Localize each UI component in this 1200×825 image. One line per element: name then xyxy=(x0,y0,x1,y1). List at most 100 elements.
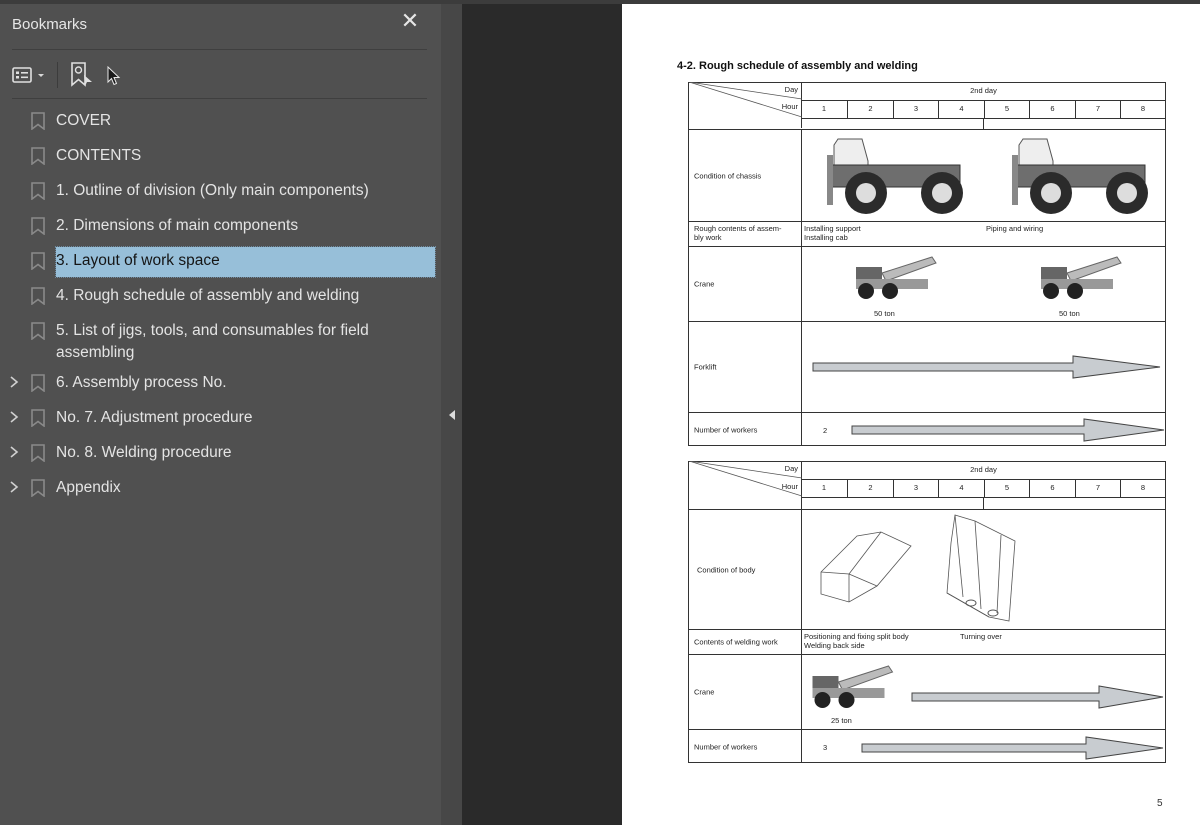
contents-left: Positioning and fixing split body Weldin… xyxy=(804,632,909,650)
bookmark-item[interactable]: 4. Rough schedule of assembly and weldin… xyxy=(0,279,441,314)
row-label-cell: Condition of body xyxy=(689,510,802,629)
hour-cell: 5 xyxy=(984,101,1029,118)
find-current-bookmark-button[interactable] xyxy=(70,61,94,89)
hour-cell: 7 xyxy=(1075,480,1120,497)
bookmark-list: COVER CONTENTS 1. Outline of division (O… xyxy=(0,104,441,506)
row-label: Contents of welding work xyxy=(694,637,778,647)
chevron-right-icon[interactable] xyxy=(8,480,20,494)
body-turned-over-image xyxy=(946,514,1016,622)
toolbar-separator xyxy=(57,62,58,88)
hour-cell: 8 xyxy=(1120,101,1165,118)
divider xyxy=(12,49,427,50)
bookmark-label: 1. Outline of division (Only main compon… xyxy=(56,182,369,199)
half-split-row xyxy=(802,118,1165,129)
close-icon: ✕ xyxy=(400,9,420,34)
bookmark-item[interactable]: No. 8. Welding procedure xyxy=(0,436,441,471)
crane-truck-image xyxy=(1041,256,1122,299)
row-label-cell: Contents of welding work xyxy=(689,630,802,654)
hour-cell: 8 xyxy=(1120,480,1165,497)
chevron-right-icon[interactable] xyxy=(8,375,20,389)
duration-arrow xyxy=(812,355,1161,379)
hour-row: 1 2 3 4 5 6 7 8 xyxy=(802,100,1165,118)
bookmark-item[interactable]: 1. Outline of division (Only main compon… xyxy=(0,174,441,209)
bookmark-label: 6. Assembly process No. xyxy=(56,374,227,391)
bookmark-icon xyxy=(31,112,45,130)
bookmark-icon xyxy=(31,182,45,200)
chevron-right-icon[interactable] xyxy=(8,410,20,424)
bookmark-label: No. 8. Welding procedure xyxy=(56,444,232,461)
schedule-table-body: Day Hour 2nd day 1 2 3 4 5 6 7 8 Conditi… xyxy=(688,461,1166,763)
bookmark-icon xyxy=(31,147,45,165)
bookmark-label: No. 7. Adjustment procedure xyxy=(56,409,253,426)
row-label-cell: Rough contents of assem- bly work xyxy=(689,222,802,246)
bookmark-item[interactable]: 6. Assembly process No. xyxy=(0,366,441,401)
row-label: Crane xyxy=(694,279,715,289)
row-label-cell: Number of workers xyxy=(689,413,802,446)
crane-capacity: 50 ton xyxy=(1059,309,1080,318)
hour-cell: 7 xyxy=(1075,101,1120,118)
crane-capacity: 50 ton xyxy=(874,309,895,318)
mouse-pointer-icon xyxy=(107,66,121,86)
workers-row: Number of workers 2 xyxy=(689,412,1165,446)
hour-cell: 6 xyxy=(1029,101,1075,118)
collapse-panel-arrow-icon[interactable] xyxy=(449,410,455,420)
chevron-right-icon[interactable] xyxy=(8,445,20,459)
bookmark-toolbar xyxy=(12,60,94,90)
bookmarks-panel: Bookmarks ✕ COVER CONTENTS 1. Outline of… xyxy=(0,4,441,825)
bookmark-item[interactable]: 5. List of jigs, tools, and consumables … xyxy=(0,314,441,366)
options-menu-button[interactable] xyxy=(12,66,46,84)
row-label-cell: Number of workers xyxy=(689,730,802,763)
bookmark-label: 3. Layout of work space xyxy=(55,246,436,278)
bookmark-item[interactable]: No. 7. Adjustment procedure xyxy=(0,401,441,436)
contents-right: Turning over xyxy=(960,632,1002,641)
bookmark-icon xyxy=(31,217,45,235)
row-label-cell: Forklift xyxy=(689,322,802,412)
row-label: Number of workers xyxy=(694,742,758,751)
workers-row: Number of workers 3 xyxy=(689,729,1165,763)
bookmark-label: 4. Rough schedule of assembly and weldin… xyxy=(56,287,360,304)
row-label: Condition of body xyxy=(697,565,756,574)
row-label-cell: Crane xyxy=(689,655,802,729)
row-label-cell: Condition of chassis xyxy=(689,130,802,221)
workers-count: 2 xyxy=(823,426,828,435)
crane-truck-image xyxy=(812,665,894,708)
hour-cell: 4 xyxy=(938,480,984,497)
bookmark-label: COVER xyxy=(56,112,112,129)
row-label-cell: Crane xyxy=(689,247,802,321)
condition-row: Condition of body xyxy=(689,509,1165,629)
bookmark-item-selected[interactable]: 3. Layout of work space xyxy=(0,244,441,279)
hour-cell: 3 xyxy=(893,480,938,497)
bookmark-icon xyxy=(31,287,45,305)
bookmark-item[interactable]: 2. Dimensions of main components xyxy=(0,209,441,244)
bookmark-icon xyxy=(31,444,45,462)
dump-truck-chassis-image xyxy=(827,138,963,214)
split-body-image xyxy=(820,531,912,603)
row-label: Forklift xyxy=(694,362,717,372)
corner-cell: Day Hour xyxy=(689,461,802,509)
bookmark-item[interactable]: Appendix xyxy=(0,471,441,506)
contents-left: Installing support Installing cab xyxy=(804,224,861,242)
bookmark-label: Appendix xyxy=(56,479,121,496)
hour-cell: 5 xyxy=(984,480,1029,497)
duration-arrow xyxy=(911,685,1164,709)
header-day-row: Day Hour 2nd day xyxy=(689,82,1165,128)
bookmark-label: 2. Dimensions of main components xyxy=(56,217,299,234)
hour-cell: 3 xyxy=(893,101,938,118)
section-title: 4-2. Rough schedule of assembly and weld… xyxy=(677,60,918,72)
bookmark-item[interactable]: CONTENTS xyxy=(0,139,441,174)
bookmark-item[interactable]: COVER xyxy=(0,104,441,139)
hour-cell: 2 xyxy=(847,480,893,497)
forklift-row: Forklift xyxy=(689,321,1165,412)
row-label: Rough contents of assem- bly work xyxy=(694,224,782,242)
crane-truck-image xyxy=(856,256,937,299)
divider xyxy=(12,98,427,99)
hour-label: Hour xyxy=(781,482,798,491)
hour-row: 1 2 3 4 5 6 7 8 xyxy=(802,479,1165,497)
day-value: 2nd day xyxy=(970,465,997,474)
hour-label: Hour xyxy=(781,102,798,111)
row-label: Condition of chassis xyxy=(694,171,762,180)
close-panel-button[interactable]: ✕ xyxy=(400,9,420,34)
day-value: 2nd day xyxy=(970,86,997,95)
bookmark-icon xyxy=(31,409,45,427)
crane-row: Crane 50 ton 50 ton xyxy=(689,246,1165,321)
